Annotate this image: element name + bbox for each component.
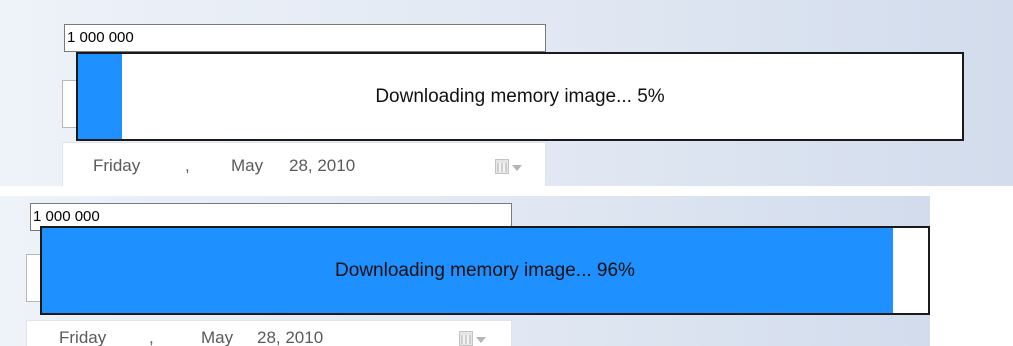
calendar-icon bbox=[459, 331, 473, 346]
screenshot-panel-2: 1 000 000 Friday , May 28, 2010 Download… bbox=[0, 196, 930, 346]
progress-label: Downloading memory image... 96% bbox=[335, 259, 635, 281]
screenshot-panel-1: 1 000 000 Friday , May 28, 2010 Download… bbox=[0, 0, 1013, 186]
progress-dialog: Downloading memory image... 5% bbox=[76, 52, 964, 141]
date-month[interactable]: May bbox=[231, 156, 263, 176]
number-input[interactable]: 1 000 000 bbox=[64, 24, 546, 52]
date-weekday[interactable]: Friday bbox=[93, 156, 140, 176]
calendar-icon bbox=[495, 159, 509, 174]
date-day-year[interactable]: 28, 2010 bbox=[257, 328, 323, 346]
date-separator: , bbox=[185, 156, 190, 175]
date-picker[interactable]: Friday , May 28, 2010 bbox=[26, 320, 512, 346]
chevron-down-icon bbox=[476, 337, 486, 343]
date-picker[interactable]: Friday , May 28, 2010 bbox=[62, 142, 546, 186]
date-weekday[interactable]: Friday bbox=[59, 328, 106, 346]
chevron-down-icon bbox=[512, 165, 522, 171]
progress-dialog: Downloading memory image... 96% bbox=[40, 226, 930, 315]
date-separator: , bbox=[149, 328, 154, 346]
calendar-dropdown-button[interactable] bbox=[459, 329, 499, 346]
date-day-year[interactable]: 28, 2010 bbox=[289, 156, 355, 176]
date-month[interactable]: May bbox=[201, 328, 233, 346]
calendar-dropdown-button[interactable] bbox=[495, 157, 535, 177]
progress-label: Downloading memory image... 5% bbox=[375, 85, 665, 107]
